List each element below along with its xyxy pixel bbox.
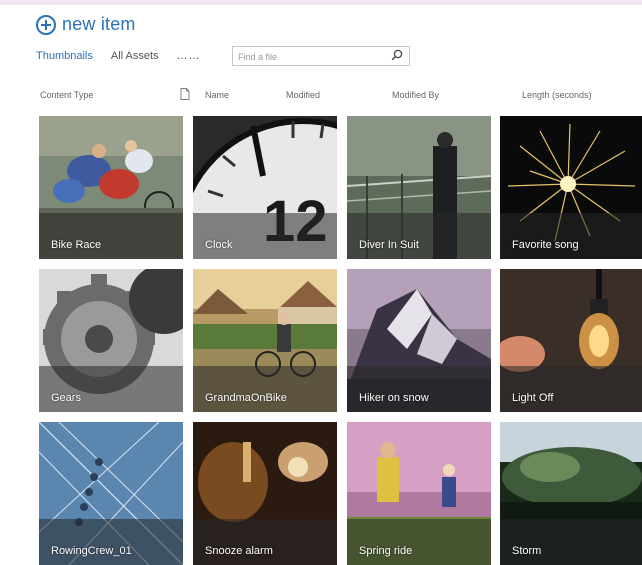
caption-bar [39, 366, 183, 412]
tile-title: Spring ride [359, 545, 413, 557]
view-all-assets[interactable]: All Assets [111, 50, 159, 62]
tile-hiker-on-snow[interactable]: Hiker on snow [347, 269, 491, 412]
caption-bar [500, 519, 642, 565]
tile-title: Light Off [512, 392, 554, 404]
tile-gears[interactable]: Gears [39, 269, 183, 412]
caption-bar [500, 213, 642, 259]
document-icon[interactable] [180, 88, 190, 100]
column-length[interactable]: Length (seconds) [522, 90, 592, 100]
search-box [232, 46, 410, 66]
caption-bar [39, 213, 183, 259]
column-name[interactable]: Name [205, 90, 229, 100]
column-content-type[interactable]: Content Type [40, 90, 93, 100]
tile-title: Gears [51, 392, 81, 404]
tile-light-off[interactable]: Light Off [500, 269, 642, 412]
view-thumbnails[interactable]: Thumbnails [36, 50, 93, 62]
tile-spring-ride[interactable]: Spring ride [347, 422, 491, 565]
caption-bar [347, 366, 491, 412]
tile-title: Clock [205, 239, 233, 251]
tile-rowing-crew[interactable]: RowingCrew_01 [39, 422, 183, 565]
add-circle-icon [36, 14, 56, 35]
new-item-label: new item [62, 14, 136, 34]
caption-bar [193, 366, 337, 412]
caption-bar [347, 213, 491, 259]
search-input[interactable] [233, 48, 378, 66]
top-border [0, 0, 642, 5]
view-switcher: Thumbnails All Assets …… [36, 50, 201, 62]
tile-favorite-song[interactable]: Favorite song [500, 116, 642, 259]
tile-title: GrandmaOnBike [205, 392, 287, 404]
tile-title: Bike Race [51, 239, 102, 251]
tile-title: Favorite song [512, 239, 579, 251]
tile-snooze-alarm[interactable]: Snooze alarm [193, 422, 337, 565]
caption-bar [500, 366, 642, 412]
caption-bar [347, 519, 491, 565]
tile-clock[interactable]: 12 Clock [193, 116, 337, 259]
tile-diver-in-suit[interactable]: Diver In Suit [347, 116, 491, 259]
tile-title: Snooze alarm [205, 545, 273, 557]
column-modified[interactable]: Modified [286, 90, 320, 100]
tile-title: RowingCrew_01 [51, 545, 132, 557]
new-item-button[interactable]: new item [36, 14, 136, 35]
tile-storm[interactable]: Storm [500, 422, 642, 565]
tile-title: Hiker on snow [359, 392, 429, 404]
tile-title: Diver In Suit [359, 239, 419, 251]
caption-bar [193, 213, 337, 259]
caption-bar [193, 519, 337, 565]
tile-grandma-on-bike[interactable]: GrandmaOnBike [193, 269, 337, 412]
search-icon[interactable] [391, 49, 403, 61]
column-modified-by[interactable]: Modified By [392, 90, 439, 100]
caption-bar [39, 519, 183, 565]
more-views-button[interactable]: …… [177, 50, 201, 62]
tile-bike-race[interactable]: Bike Race [39, 116, 183, 259]
tile-title: Storm [512, 545, 542, 557]
